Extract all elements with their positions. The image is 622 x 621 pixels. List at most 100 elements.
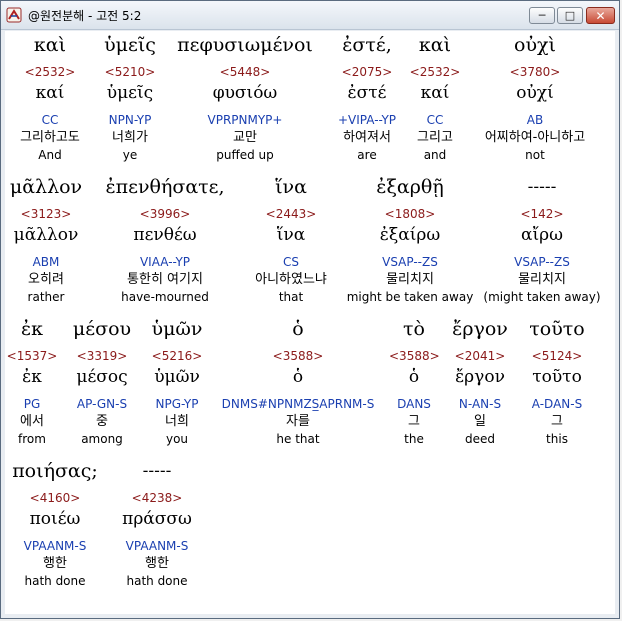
word-column[interactable]: ἐστέ, <2075> ἐστέ +VIPA--YP 하여져서 are <box>327 31 407 163</box>
english-gloss: And <box>38 148 62 162</box>
close-button[interactable]: ✕ <box>586 7 615 24</box>
english-gloss: among <box>81 432 123 446</box>
english-gloss: from <box>18 432 46 446</box>
word-column[interactable]: οὐχὶ <3780> οὐχί AB 어찌하여-아니하고 not <box>465 31 605 163</box>
korean-gloss: 통한히 여기지 <box>127 272 203 287</box>
word-column[interactable]: ἐξαρθῇ <1808> ἐξαίρω VSAP--ZS 물리치지 might… <box>345 173 475 305</box>
greek-lemma: πενθέω <box>133 225 197 245</box>
word-column[interactable]: πεφυσιωμένοι <5448> φυσιόω VPRPNMYP+ 교만 … <box>170 31 320 163</box>
parse-code: NPN-YP <box>108 113 152 127</box>
close-icon: ✕ <box>595 8 606 23</box>
greek-lemma: καί <box>420 83 450 103</box>
greek-lemma: τοῦτο <box>532 367 582 387</box>
word-column[interactable]: ἔργον <2041> ἔργον N-AN-S 일 deed <box>445 315 515 447</box>
word-column[interactable]: ὁ <3588> ὁ DNMS#NPNMZS̲APRNM-S 자를 he tha… <box>213 315 383 447</box>
english-gloss: you <box>165 432 189 446</box>
strong-number: <3996> <box>139 207 191 221</box>
word-column[interactable]: καὶ <2532> καί CC 그리하고도 And <box>5 31 95 163</box>
strong-number: <3588> <box>272 349 324 363</box>
parse-code: VSAP--ZS <box>382 255 438 269</box>
parse-code: DANS <box>397 397 431 411</box>
word-column[interactable]: ποιήσας; <4160> ποιέω VPAANM-S 행한 hath d… <box>5 457 105 589</box>
interlinear-panel: καὶ <2532> καί CC 그리하고도 And ὑμεῖς <5210>… <box>5 31 615 614</box>
parse-code: PG <box>23 397 41 411</box>
strong-number: <4160> <box>29 491 81 505</box>
minimize-button[interactable]: ─ <box>529 7 555 24</box>
korean-gloss: 자를 <box>286 414 310 429</box>
title-bar[interactable]: @원전분해 - 고전 5:2 ─ □ ✕ <box>1 1 619 30</box>
greek-word: ἵνα <box>275 176 307 198</box>
english-gloss: rather <box>27 290 65 304</box>
greek-lemma: ποιέω <box>29 509 81 529</box>
parse-code: AP-GN-S <box>76 397 128 411</box>
strong-number: <142> <box>520 207 564 221</box>
parse-code: VSAP--ZS <box>514 255 570 269</box>
korean-gloss: 너희가 <box>112 130 148 145</box>
greek-lemma: πράσσω <box>122 509 192 529</box>
korean-gloss: 그리하고도 <box>20 130 80 145</box>
word-column[interactable]: ἐκ <1537> ἐκ PG 에서 from <box>5 315 59 447</box>
parse-code: AB <box>526 113 544 127</box>
greek-word: ἐκ <box>20 318 44 340</box>
greek-word: καὶ <box>33 34 67 56</box>
word-column[interactable]: καὶ <2532> καί CC 그리고 and <box>407 31 463 163</box>
word-column[interactable]: τοῦτο <5124> τοῦτο A-DAN-S 그 this <box>519 315 595 447</box>
english-gloss: and <box>423 148 447 162</box>
greek-word: ὑμεῖς <box>104 34 156 56</box>
greek-word: ----- <box>142 461 172 480</box>
english-gloss: have-mourned <box>121 290 209 304</box>
strong-number: <2075> <box>341 65 393 79</box>
word-column[interactable]: ἵνα <2443> ἵνα CS 아니하였느냐 that <box>241 173 341 305</box>
app-logo-icon <box>6 7 22 23</box>
korean-gloss: 행한 <box>145 556 169 571</box>
greek-word: μέσου <box>72 318 132 340</box>
english-gloss: he that <box>276 432 320 446</box>
maximize-icon: □ <box>564 9 576 22</box>
greek-word: οὐχὶ <box>514 34 556 56</box>
greek-lemma: ἵνα <box>276 225 306 245</box>
english-gloss: puffed up <box>216 148 274 162</box>
korean-gloss: 아니하였느냐 <box>255 272 327 287</box>
strong-number: <1808> <box>384 207 436 221</box>
word-column[interactable]: ὑμῶν <5216> ὑμῶν NPG-YP 너희 you <box>145 315 209 447</box>
strong-number: <5210> <box>104 65 156 79</box>
strong-number: <5124> <box>531 349 583 363</box>
korean-gloss: 물리치지 <box>386 272 434 287</box>
word-column[interactable]: μέσου <3319> μέσος AP-GN-S 중 among <box>65 315 139 447</box>
greek-word: ὁ <box>292 318 304 340</box>
parse-code: ABM <box>32 255 60 269</box>
parse-code: CC <box>426 113 444 127</box>
greek-word: ἐξαρθῇ <box>376 176 444 198</box>
english-gloss: that <box>278 290 304 304</box>
minimize-icon: ─ <box>538 9 546 22</box>
word-column[interactable]: ἐπενθήσατε, <3996> πενθέω VIAA--YP 통한히 여… <box>97 173 233 305</box>
greek-lemma: ὑμῶν <box>154 367 200 387</box>
greek-word: πεφυσιωμένοι <box>177 34 313 56</box>
korean-gloss: 에서 <box>20 414 44 429</box>
word-column[interactable]: μᾶλλον <3123> μᾶλλον ABM 오히려 rather <box>5 173 87 305</box>
greek-word: ὑμῶν <box>151 318 203 340</box>
word-column[interactable]: ----- <142> αἴρω VSAP--ZS 물리치지 (might ta… <box>479 173 605 305</box>
parse-code: NPG-YP <box>155 397 199 411</box>
greek-lemma: μᾶλλον <box>13 225 79 245</box>
english-gloss: might be taken away <box>346 290 474 304</box>
main-window: @원전분해 - 고전 5:2 ─ □ ✕ καὶ <2532> καί CC 그… <box>0 0 620 619</box>
greek-lemma: ἐκ <box>22 367 42 387</box>
word-column[interactable]: τὸ <3588> ὁ DANS 그 the <box>389 315 440 447</box>
greek-word: ποιήσας; <box>12 460 98 482</box>
maximize-button[interactable]: □ <box>557 7 583 24</box>
korean-gloss: 하여져서 <box>343 130 391 145</box>
english-gloss: hath done <box>126 574 188 588</box>
korean-gloss: 오히려 <box>28 272 64 287</box>
word-column[interactable]: ----- <4238> πράσσω VPAANM-S 행한 hath don… <box>115 457 199 589</box>
english-gloss: this <box>546 432 568 446</box>
parse-code: DNMS#NPNMZS̲APRNM-S <box>221 397 375 411</box>
strong-number: <1537> <box>6 349 58 363</box>
word-column[interactable]: ὑμεῖς <5210> ὑμεῖς NPN-YP 너희가 ye <box>95 31 165 163</box>
parse-code: VPAANM-S <box>23 539 87 553</box>
greek-lemma: ἐξαίρω <box>379 225 441 245</box>
parse-code: N-AN-S <box>458 397 502 411</box>
english-gloss: not <box>525 148 545 162</box>
english-gloss: the <box>404 432 424 446</box>
strong-number: <5448> <box>219 65 271 79</box>
